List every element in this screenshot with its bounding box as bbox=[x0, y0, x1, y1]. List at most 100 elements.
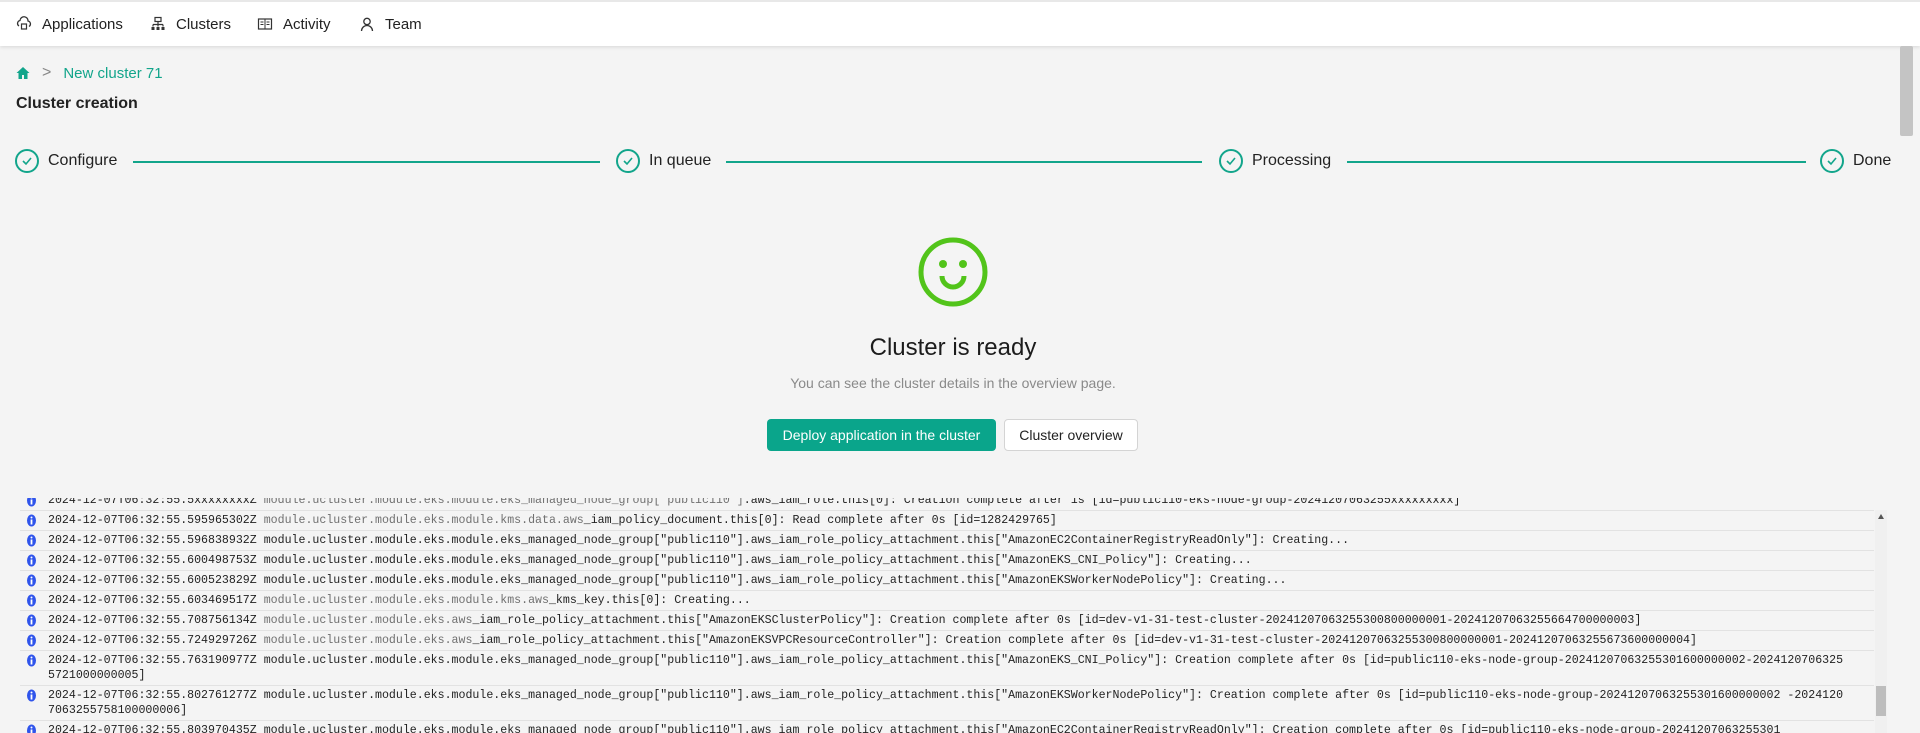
log-row: 2024-12-07T06:32:55.596838932Z module.uc… bbox=[20, 531, 1874, 551]
log-text: 2024-12-07T06:32:55.763190977Z module.uc… bbox=[48, 653, 1848, 683]
step-label: Processing bbox=[1252, 152, 1332, 169]
log-message: _iam_policy_document.this[0]: Read compl… bbox=[583, 514, 1057, 527]
nav-clusters[interactable]: Clusters bbox=[150, 2, 231, 46]
log-message: module.ucluster.module.eks.module.eks_ma… bbox=[263, 574, 1287, 587]
result-title: Cluster is ready bbox=[869, 334, 1037, 361]
log-row: 2024-12-07T06:32:55.5xxxxxxxxZ module.uc… bbox=[20, 498, 1874, 511]
log-module: module.ucluster.module.eks.module.eks_ma… bbox=[263, 498, 744, 507]
scroll-up-arrow-icon[interactable] bbox=[1878, 514, 1884, 519]
log-text: 2024-12-07T06:32:55.708756134Z module.uc… bbox=[48, 613, 1848, 628]
step-connector bbox=[1347, 161, 1806, 163]
log-scrollbar-thumb[interactable] bbox=[1876, 686, 1886, 716]
step-label: In queue bbox=[649, 152, 712, 169]
log-message: module.ucluster.module.eks.module.eks_ma… bbox=[263, 534, 1350, 547]
log-timestamp: 2024-12-07T06:32:55.600523829Z bbox=[48, 574, 257, 587]
log-row: 2024-12-07T06:32:55.595965302Z module.uc… bbox=[20, 511, 1874, 531]
log-message: _iam_role_policy_attachment.this["Amazon… bbox=[472, 634, 1697, 647]
log-message: module.ucluster.module.eks.module.eks_ma… bbox=[48, 689, 1844, 717]
step-processing: Processing bbox=[1219, 149, 1331, 173]
log-timestamp: 2024-12-07T06:32:55.803970435Z bbox=[48, 724, 257, 733]
top-nav: Applications Clusters Activity Team bbox=[0, 0, 1920, 46]
log-module: module.ucluster.module.eks.aws bbox=[263, 614, 473, 627]
info-icon bbox=[27, 554, 36, 567]
info-icon bbox=[27, 514, 36, 527]
log-timestamp: 2024-12-07T06:32:55.724929726Z bbox=[48, 634, 257, 647]
info-icon bbox=[27, 594, 36, 607]
log-timestamp: 2024-12-07T06:32:55.596838932Z bbox=[48, 534, 257, 547]
log-text: 2024-12-07T06:32:55.596838932Z module.uc… bbox=[48, 533, 1848, 548]
log-message: module.ucluster.module.eks.module.eks_ma… bbox=[263, 554, 1252, 567]
info-icon bbox=[27, 498, 36, 507]
result-subtitle: You can see the cluster details in the o… bbox=[790, 375, 1116, 391]
log-text: 2024-12-07T06:32:55.595965302Z module.uc… bbox=[48, 513, 1848, 528]
log-text: 2024-12-07T06:32:55.802761277Z module.uc… bbox=[48, 688, 1848, 718]
nav-activity[interactable]: Activity bbox=[257, 2, 331, 46]
log-text: 2024-12-07T06:32:55.603469517Z module.uc… bbox=[48, 593, 1848, 608]
check-circle-icon bbox=[616, 149, 640, 173]
info-icon bbox=[27, 654, 36, 667]
step-label: Configure bbox=[48, 152, 118, 169]
log-text: 2024-12-07T06:32:55.600523829Z module.uc… bbox=[48, 573, 1848, 588]
log-row: 2024-12-07T06:32:55.600498753Z module.uc… bbox=[20, 551, 1874, 571]
log-timestamp: 2024-12-07T06:32:55.600498753Z bbox=[48, 554, 257, 567]
log-row: 2024-12-07T06:32:55.803970435Z module.uc… bbox=[20, 721, 1874, 733]
log-timestamp: 2024-12-07T06:32:55.763190977Z bbox=[48, 654, 257, 667]
info-icon bbox=[27, 724, 36, 733]
info-icon bbox=[27, 574, 36, 587]
log-module: module.ucluster.module.eks.aws bbox=[263, 634, 473, 647]
log-row: 2024-12-07T06:32:55.708756134Z module.uc… bbox=[20, 611, 1874, 631]
log-scrollbar[interactable] bbox=[1875, 510, 1887, 733]
cluster-icon bbox=[151, 16, 165, 30]
step-configure: Configure bbox=[15, 149, 117, 173]
step-done: Done bbox=[1820, 149, 1891, 173]
page-scrollbar[interactable] bbox=[1900, 46, 1913, 136]
deploy-application-button[interactable]: Deploy application in the cluster bbox=[767, 419, 996, 451]
page-title: Cluster creation bbox=[16, 95, 138, 112]
smiley-icon bbox=[918, 237, 988, 307]
log-timestamp: 2024-12-07T06:32:55.5xxxxxxxxZ bbox=[48, 498, 257, 507]
nav-applications[interactable]: Applications bbox=[16, 2, 123, 46]
log-row: 2024-12-07T06:32:55.724929726Z module.uc… bbox=[20, 631, 1874, 651]
log-message: _kms_key.this[0]: Creating... bbox=[548, 594, 751, 607]
step-connector bbox=[726, 161, 1202, 163]
log-timestamp: 2024-12-07T06:32:55.802761277Z bbox=[48, 689, 257, 702]
log-message: module.ucluster.module.eks.module.eks_ma… bbox=[263, 724, 1781, 733]
log-timestamp: 2024-12-07T06:32:55.595965302Z bbox=[48, 514, 257, 527]
cloud-app-icon bbox=[16, 16, 32, 30]
nav-label: Activity bbox=[283, 15, 331, 33]
cluster-overview-button[interactable]: Cluster overview bbox=[1004, 419, 1138, 451]
home-icon[interactable] bbox=[16, 66, 30, 80]
log-timestamp: 2024-12-07T06:32:55.708756134Z bbox=[48, 614, 257, 627]
log-timestamp: 2024-12-07T06:32:55.603469517Z bbox=[48, 594, 257, 607]
nav-team[interactable]: Team bbox=[359, 2, 422, 46]
log-message: _iam_role_policy_attachment.this["Amazon… bbox=[472, 614, 1642, 627]
check-circle-icon bbox=[1820, 149, 1844, 173]
step-label: Done bbox=[1853, 152, 1892, 169]
log-row: 2024-12-07T06:32:55.603469517Z module.uc… bbox=[20, 591, 1874, 611]
log-module: module.ucluster.module.eks.module.kms.aw… bbox=[263, 594, 549, 607]
info-icon bbox=[27, 534, 36, 547]
log-message: .aws_iam_role.this[0]: Creation complete… bbox=[743, 498, 1461, 507]
step-connector bbox=[133, 161, 600, 163]
check-circle-icon bbox=[15, 149, 39, 173]
chevron-right-icon: > bbox=[42, 64, 52, 81]
log-text: 2024-12-07T06:32:55.724929726Z module.uc… bbox=[48, 633, 1848, 648]
log-row: 2024-12-07T06:32:55.600523829Z module.uc… bbox=[20, 571, 1874, 591]
info-icon bbox=[27, 614, 36, 627]
breadcrumb-current[interactable]: New cluster 71 bbox=[63, 65, 162, 82]
log-text: 2024-12-07T06:32:55.600498753Z module.uc… bbox=[48, 553, 1848, 568]
book-icon bbox=[257, 18, 273, 30]
log-row: 2024-12-07T06:32:55.802761277Z module.uc… bbox=[20, 686, 1874, 721]
nav-label: Team bbox=[385, 15, 422, 33]
log-message: module.ucluster.module.eks.module.eks_ma… bbox=[48, 654, 1844, 682]
info-icon bbox=[27, 634, 36, 647]
log-row: 2024-12-07T06:32:55.763190977Z module.uc… bbox=[20, 651, 1874, 686]
info-icon bbox=[27, 689, 36, 702]
user-icon bbox=[360, 17, 374, 32]
breadcrumb: > New cluster 71 bbox=[16, 64, 163, 82]
step-in-queue: In queue bbox=[616, 149, 711, 173]
log-text: 2024-12-07T06:32:55.803970435Z module.uc… bbox=[48, 723, 1848, 733]
log-panel: 2024-12-07T06:32:55.5xxxxxxxxZ module.uc… bbox=[0, 498, 1874, 733]
nav-label: Clusters bbox=[176, 15, 232, 33]
log-text: 2024-12-07T06:32:55.5xxxxxxxxZ module.uc… bbox=[48, 498, 1848, 508]
